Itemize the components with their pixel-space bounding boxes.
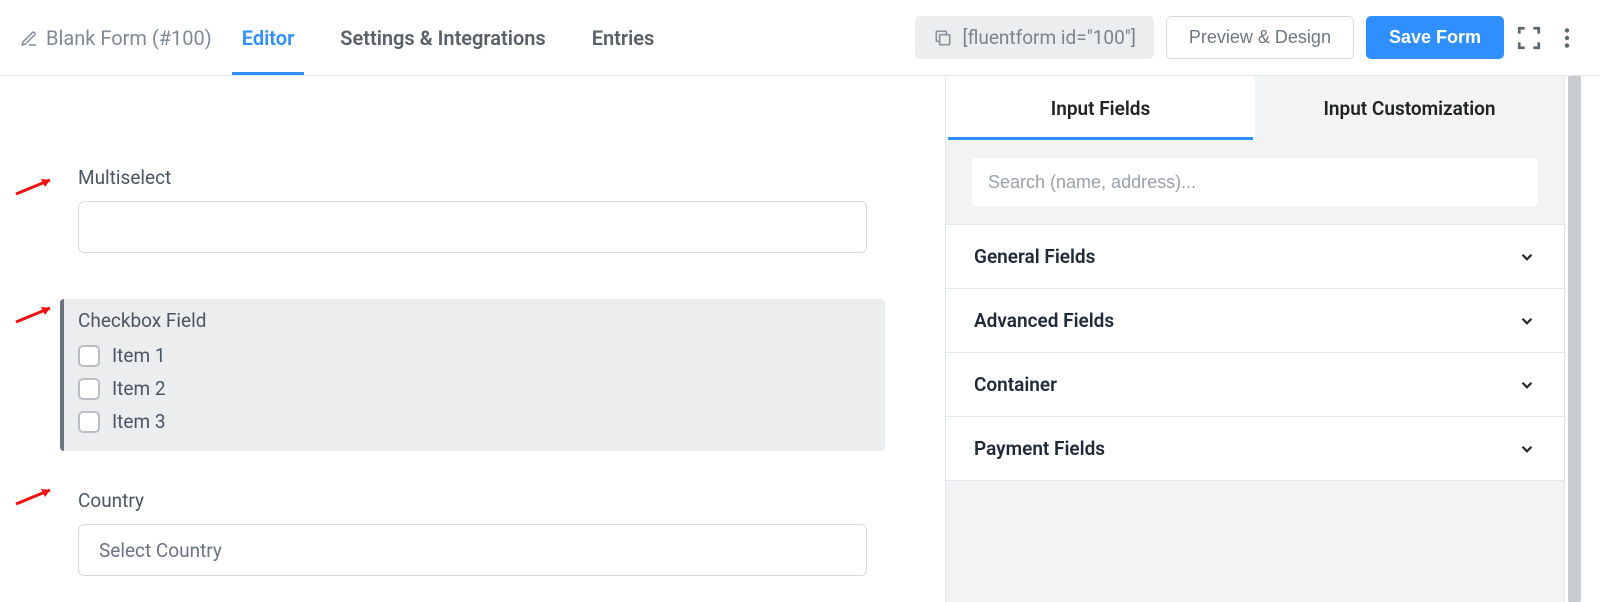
group-container[interactable]: Container — [946, 352, 1564, 416]
field-label: Checkbox Field — [78, 309, 867, 332]
scrollbar-track[interactable] — [1564, 76, 1600, 602]
chevron-down-icon — [1518, 376, 1536, 394]
field-label: Multiselect — [78, 166, 867, 189]
tab-settings[interactable]: Settings & Integrations — [340, 0, 545, 75]
multiselect-input[interactable] — [78, 201, 867, 253]
form-title-wrap[interactable]: Blank Form (#100) — [20, 26, 212, 50]
field-checkbox[interactable]: Checkbox Field Item 1 Item 2 Item 3 — [60, 299, 885, 451]
tab-editor[interactable]: Editor — [242, 0, 295, 75]
pencil-icon — [20, 29, 38, 47]
sidebar-tab-input-fields[interactable]: Input Fields — [946, 76, 1255, 140]
field-label: Country — [78, 489, 867, 512]
tab-entries[interactable]: Entries — [592, 0, 655, 75]
checkbox-label: Item 2 — [112, 377, 166, 400]
field-multiselect[interactable]: Multiselect — [60, 156, 885, 271]
copy-icon — [933, 28, 953, 48]
group-title: Advanced Fields — [974, 309, 1114, 332]
checkbox-label: Item 3 — [112, 410, 166, 433]
checkbox-option[interactable]: Item 2 — [78, 377, 867, 400]
arrow-annotation — [14, 176, 54, 196]
main-tabs: Editor Settings & Integrations Entries — [242, 0, 655, 75]
shortcode-box[interactable]: [fluentform id="100"] — [915, 16, 1154, 59]
search-input[interactable] — [972, 158, 1538, 206]
form-canvas: Multiselect Checkbox Field Item 1 Item 2… — [0, 76, 945, 602]
more-menu-icon[interactable] — [1554, 25, 1580, 51]
arrow-annotation — [14, 486, 54, 506]
search-wrap — [946, 140, 1564, 224]
group-title: Payment Fields — [974, 437, 1105, 460]
group-title: General Fields — [974, 245, 1095, 268]
group-advanced-fields[interactable]: Advanced Fields — [946, 288, 1564, 352]
chevron-down-icon — [1518, 312, 1536, 330]
checkbox-option[interactable]: Item 3 — [78, 410, 867, 433]
checkbox-icon[interactable] — [78, 345, 100, 367]
topbar: Blank Form (#100) Editor Settings & Inte… — [0, 0, 1600, 76]
checkbox-icon[interactable] — [78, 378, 100, 400]
checkbox-label: Item 1 — [112, 344, 166, 367]
sidebar-tabs: Input Fields Input Customization — [946, 76, 1564, 140]
arrow-annotation — [14, 304, 54, 324]
country-select[interactable]: Select Country — [78, 524, 867, 576]
checkbox-icon[interactable] — [78, 411, 100, 433]
main: Multiselect Checkbox Field Item 1 Item 2… — [0, 76, 1600, 602]
preview-button[interactable]: Preview & Design — [1166, 16, 1354, 59]
form-title: Blank Form (#100) — [46, 26, 212, 50]
group-title: Container — [974, 373, 1057, 396]
chevron-down-icon — [1518, 248, 1536, 266]
shortcode-text: [fluentform id="100"] — [963, 26, 1136, 49]
select-placeholder: Select Country — [99, 539, 222, 562]
field-country[interactable]: Country Select Country — [60, 479, 885, 594]
sidebar: Input Fields Input Customization General… — [945, 76, 1564, 602]
sidebar-tab-customization[interactable]: Input Customization — [1255, 76, 1564, 140]
group-general-fields[interactable]: General Fields — [946, 224, 1564, 288]
fullscreen-icon[interactable] — [1516, 25, 1542, 51]
chevron-down-icon — [1518, 440, 1536, 458]
group-payment-fields[interactable]: Payment Fields — [946, 416, 1564, 481]
scrollbar-thumb[interactable] — [1568, 76, 1581, 602]
topbar-right: [fluentform id="100"] Preview & Design S… — [915, 16, 1580, 59]
checkbox-option[interactable]: Item 1 — [78, 344, 867, 367]
save-button[interactable]: Save Form — [1366, 16, 1504, 59]
